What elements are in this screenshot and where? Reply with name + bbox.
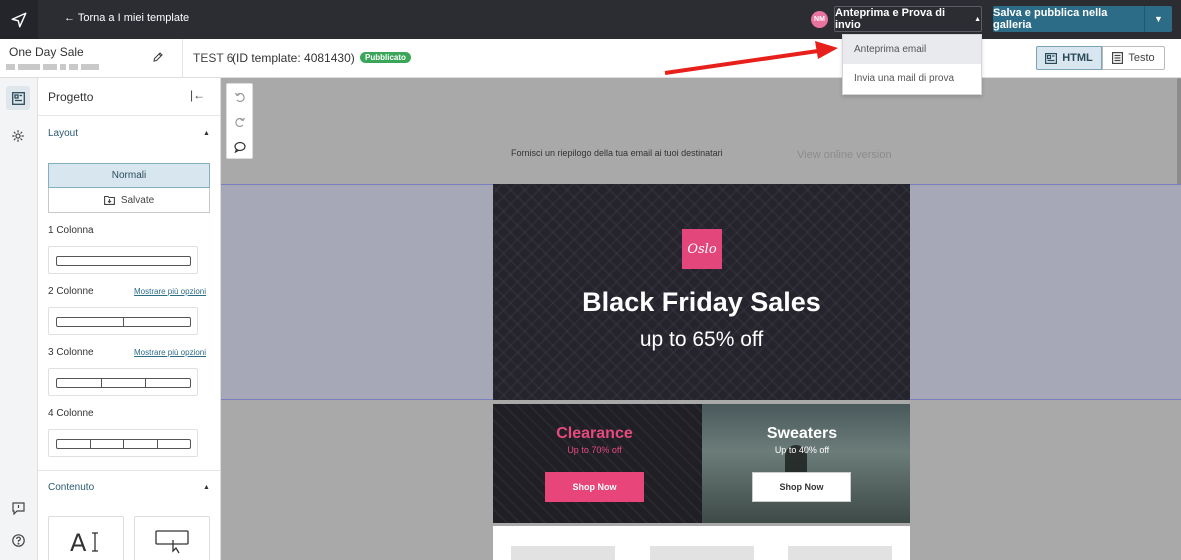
edit-name-button[interactable] — [152, 51, 164, 66]
tab-salvate[interactable]: Salvate — [48, 188, 210, 213]
layout-2-columns[interactable] — [48, 307, 198, 335]
rail-help-button[interactable] — [6, 528, 30, 552]
shop-now-button-sweaters[interactable]: Shop Now — [752, 472, 851, 502]
html-icon — [1045, 52, 1058, 64]
html-view-button[interactable]: HTML — [1036, 46, 1102, 70]
html-label: HTML — [1062, 52, 1093, 64]
button-block-card[interactable] — [134, 516, 210, 560]
app-logo[interactable] — [0, 0, 38, 39]
template-id: (ID template: 4081430) — [232, 51, 355, 65]
tab-salvate-label: Salvate — [120, 194, 155, 206]
promo-clearance[interactable] — [493, 404, 702, 523]
text-block-icon: A — [70, 529, 98, 555]
status-badge: Pubblicato — [360, 52, 411, 63]
hero-title: Black Friday Sales — [582, 287, 821, 317]
column-label-4: 4 Colonne — [48, 408, 94, 419]
undo-button[interactable] — [233, 90, 247, 104]
left-rail — [0, 78, 38, 560]
text-icon — [1112, 52, 1124, 64]
divider — [182, 39, 183, 78]
button-block-icon — [155, 530, 189, 554]
gear-icon — [12, 130, 24, 142]
column-preview — [56, 317, 191, 327]
chevron-up-icon[interactable]: ▲ — [203, 130, 210, 137]
save-publish-button[interactable]: Salva e pubblica nella galleria — [993, 6, 1144, 32]
tab-normali[interactable]: Normali — [48, 163, 210, 188]
publish-options-button[interactable]: ▼ — [1144, 6, 1172, 32]
chevron-up-icon[interactable]: ▲ — [203, 484, 210, 491]
user-avatar[interactable]: NM — [811, 11, 828, 28]
redacted-info — [6, 64, 99, 70]
save-icon — [103, 195, 115, 205]
design-panel: Progetto |← Layout ▲ Normali Salvate 1 C… — [38, 78, 221, 560]
template-header: One Day Sale TEST 6 (ID template: 408143… — [0, 39, 1181, 78]
comment-button[interactable] — [233, 140, 247, 154]
preview-dropdown-menu: Anteprima email Invia una mail di prova — [842, 34, 982, 95]
feedback-icon — [11, 501, 25, 515]
layout-section-title[interactable]: Layout — [48, 128, 78, 139]
brand-logo: Oslo — [682, 229, 722, 269]
panel-title: Progetto — [48, 90, 94, 104]
content-section-title[interactable]: Contenuto — [48, 482, 94, 493]
menu-item-send-test[interactable]: Invia una mail di prova — [843, 64, 981, 93]
layout-4-columns[interactable] — [48, 429, 198, 457]
email-preheader[interactable]: Fornisci un riepilogo della tua email ai… — [511, 148, 723, 158]
comment-icon — [234, 141, 246, 153]
column-preview — [56, 256, 191, 266]
chevron-up-icon: ▲ — [974, 15, 981, 23]
preview-and-test-button[interactable]: Anteprima e Prova di invio ▲ — [834, 6, 982, 32]
rail-feedback-button[interactable] — [6, 496, 30, 520]
column-label-2: 2 Colonne — [48, 286, 94, 297]
layout-1-column[interactable] — [48, 246, 198, 274]
back-to-templates-link[interactable]: ← Torna a I miei template — [64, 12, 189, 24]
product-placeholder — [788, 546, 892, 560]
column-label-3: 3 Colonne — [48, 347, 94, 358]
product-placeholder — [650, 546, 754, 560]
redo-button[interactable] — [233, 115, 247, 129]
column-preview — [56, 378, 191, 388]
product-placeholder — [511, 546, 615, 560]
redo-icon — [235, 117, 246, 128]
layout-3-columns[interactable] — [48, 368, 198, 396]
collapse-icon: |← — [190, 88, 206, 102]
preview-button-label: Anteprima e Prova di invio — [835, 7, 946, 31]
divider — [38, 470, 220, 471]
more-options-link-3[interactable]: Mostrare più opzioni — [134, 348, 206, 357]
promo-sweaters-title: Sweaters — [766, 425, 838, 442]
text-block-card[interactable]: A — [48, 516, 124, 560]
view-online-link[interactable]: View online version — [797, 149, 892, 161]
layout-icon — [11, 91, 25, 105]
hero-subtitle: up to 65% off — [639, 328, 764, 351]
text-label: Testo — [1128, 52, 1155, 64]
top-bar: ← Torna a I miei template NM Anteprima e… — [0, 0, 1181, 39]
shop-now-button-clearance[interactable]: Shop Now — [545, 472, 644, 502]
undo-icon — [234, 92, 245, 103]
promo-clearance-title: Clearance — [556, 425, 633, 442]
pencil-icon — [153, 52, 163, 62]
svg-text:A: A — [70, 529, 87, 555]
rail-settings-button[interactable] — [6, 124, 30, 148]
collapse-panel-button[interactable]: |← — [190, 88, 205, 102]
help-icon — [11, 533, 25, 547]
panel-header: Progetto |← — [38, 78, 220, 116]
promo-sweaters-sub: Up to 40% off — [774, 445, 830, 455]
column-preview — [56, 439, 191, 449]
template-title: TEST 6 — [193, 51, 234, 65]
canvas-toolbar — [226, 83, 253, 159]
send-icon — [11, 12, 27, 27]
chevron-down-icon: ▼ — [1154, 14, 1163, 24]
text-view-button[interactable]: Testo — [1102, 46, 1165, 70]
menu-item-preview-email[interactable]: Anteprima email — [843, 35, 981, 64]
column-label-1: 1 Colonna — [48, 225, 94, 236]
promo-clearance-sub: Up to 70% off — [567, 445, 622, 455]
project-name: One Day Sale — [9, 45, 84, 59]
rail-layout-button[interactable] — [6, 86, 30, 110]
more-options-link-2[interactable]: Mostrare più opzioni — [134, 287, 206, 296]
